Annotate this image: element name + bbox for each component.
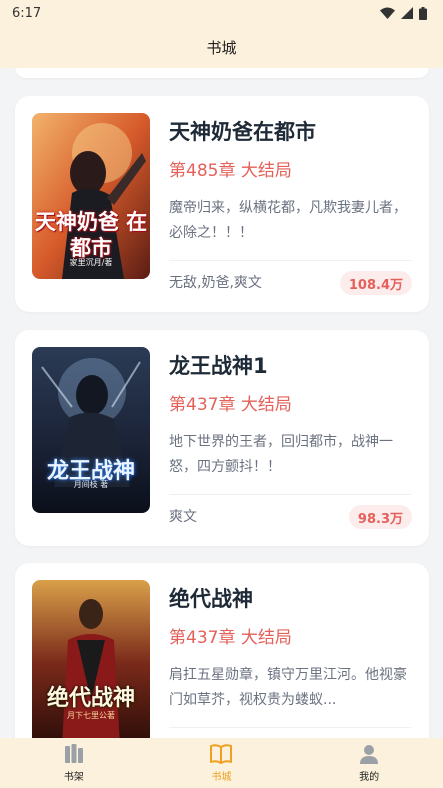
tab-label: 书架 (63, 772, 84, 783)
book-list[interactable]: 天神奶爸 在都市 家里沉月/著 天神奶爸在都市 第485章 大结局 魔帝归来，纵… (0, 68, 443, 738)
book-description: 地下世界的王者，回归都市，战神一怒，四方颤抖！！ (169, 434, 393, 475)
divider (169, 260, 411, 261)
cover-author-text: 月下七里公著 (67, 711, 115, 720)
book-title[interactable]: 绝代战神 (169, 583, 253, 613)
tab-profile[interactable]: 我的 (319, 743, 419, 783)
book-tags: 无敌,奶爸,爽文 (169, 275, 262, 291)
wifi-icon (380, 7, 395, 19)
book-title[interactable]: 天神奶爸在都市 (169, 116, 316, 146)
user-icon (360, 745, 379, 764)
previous-card-edge (15, 68, 429, 78)
tab-label: 我的 (359, 772, 380, 783)
status-icons (380, 6, 427, 20)
latest-chapter: 第437章 大结局 (169, 395, 292, 415)
app-header: 书城 (0, 26, 443, 68)
page-title: 书城 (206, 38, 237, 57)
divider (169, 494, 411, 495)
book-cover[interactable]: 天神奶爸 在都市 家里沉月/著 (32, 113, 150, 279)
status-bar: 6:17 (0, 0, 443, 26)
cover-title-text: 天神奶爸 在都市 (34, 209, 148, 260)
book-cover[interactable]: 龙王战神 月间枝 著 (32, 347, 150, 513)
battery-icon (419, 6, 427, 20)
cover-author-text: 月间枝 著 (73, 480, 109, 489)
book-card[interactable]: 龙王战神 月间枝 著 龙王战神1 第437章 大结局 地下世界的王者，回归都市，… (15, 330, 429, 546)
read-count-badge: 98.3万 (348, 505, 412, 529)
signal-icon (401, 7, 413, 19)
latest-chapter: 第437章 大结局 (169, 628, 292, 648)
tab-bookstore[interactable]: 书城 (171, 743, 271, 783)
cover-title-text: 绝代战神 (46, 685, 135, 711)
bookshelf-icon (64, 744, 83, 763)
book-open-icon (210, 744, 233, 764)
tab-bookshelf[interactable]: 书架 (24, 743, 124, 783)
latest-chapter: 第485章 大结局 (169, 161, 292, 181)
read-count-badge: 108.4万 (339, 271, 412, 295)
status-time: 6:17 (12, 5, 42, 21)
book-description: 肩扛五星勋章，镇守万里江河。他视豪门如草芥，视权贵为蝼蚁... (169, 667, 407, 708)
cover-author-text: 家里沉月/著 (69, 258, 113, 267)
book-card[interactable]: 绝代战神 月下七里公著 绝代战神 第437章 大结局 肩扛五星勋章，镇守万里江河… (15, 563, 429, 738)
book-description: 魔帝归来，纵横花都，凡欺我妻儿者，必除之！！！ (169, 200, 407, 241)
tab-label: 书城 (211, 772, 232, 783)
divider (169, 727, 411, 728)
bottom-tab-bar: 书架 书城 我的 (0, 738, 443, 788)
book-cover[interactable]: 绝代战神 月下七里公著 (32, 580, 150, 738)
book-title[interactable]: 龙王战神1 (169, 350, 268, 380)
book-card[interactable]: 天神奶爸 在都市 家里沉月/著 天神奶爸在都市 第485章 大结局 魔帝归来，纵… (15, 96, 429, 312)
book-tags: 爽文 (169, 509, 197, 525)
